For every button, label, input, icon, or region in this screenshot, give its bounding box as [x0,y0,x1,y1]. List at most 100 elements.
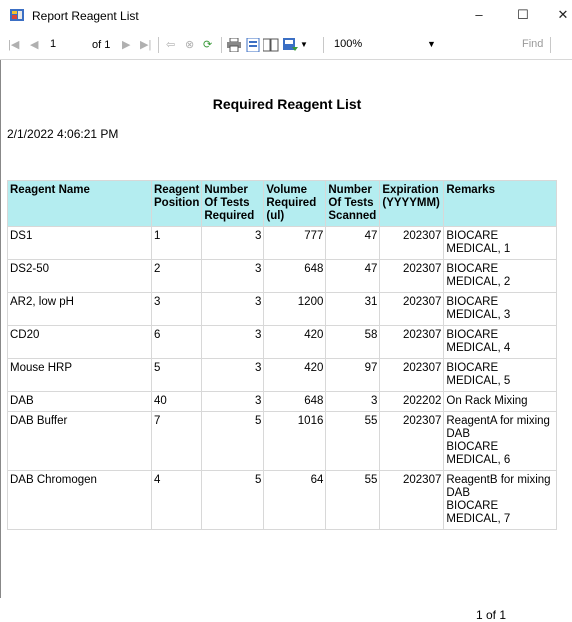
table-cell: 58 [325,325,381,359]
report-title: Required Reagent List [212,96,362,112]
table-cell: 202202 [379,391,445,412]
table-cell: 97 [325,358,381,392]
export-icon[interactable] [283,38,299,52]
table-row: CD20 6 3 420 58 202307 BIOCARE MEDICAL, 4 [7,325,558,359]
table-cell: 5 [150,358,203,392]
table-cell: 31 [325,292,381,326]
toolbar-divider [323,37,324,53]
table-cell: 47 [325,226,381,260]
table-cell: 55 [325,411,381,471]
table-cell: 202307 [379,259,445,293]
table-cell: 3 [201,259,265,293]
refresh-button[interactable]: ⟳ [203,37,212,53]
table-cell: 202307 [379,470,445,530]
find-button[interactable]: Find [522,36,543,53]
table-cell: BIOCARE MEDICAL, 5 [443,358,558,392]
column-header: Reagent Position [150,180,203,227]
back-button[interactable]: ⇦ [166,37,175,53]
table-row: DAB 40 3 648 3 202202 On Rack Mixing [7,391,558,412]
table-cell: 47 [325,259,381,293]
table-cell: DAB Buffer [7,411,152,471]
page-setup-icon[interactable] [263,38,279,52]
table-cell: DAB Chromogen [7,470,152,530]
current-page-input[interactable]: 1 [50,36,80,52]
table-cell: DAB [7,391,152,412]
table-row: AR2, low pH 3 3 1200 31 202307 BIOCARE ME… [7,292,558,326]
table-cell: BIOCARE MEDICAL, 4 [443,325,558,359]
table-cell: On Rack Mixing [443,391,558,412]
table-cell: 202307 [379,292,445,326]
export-dropdown-icon[interactable]: ▼ [300,37,308,53]
first-page-button[interactable]: |◀ [8,37,19,53]
table-cell: Mouse HRP [7,358,152,392]
table-cell: 3 [150,292,203,326]
table-row: DAB Chromogen 4 5 64 55 202307 ReagentB … [7,470,558,530]
zoom-select[interactable]: 100% [334,36,439,53]
table-cell: 648 [263,391,327,412]
table-cell: 3 [201,358,265,392]
table-cell: CD20 [7,325,152,359]
next-page-button[interactable]: ▶ [122,37,130,53]
table-cell: 5 [201,470,265,530]
column-header: Volume Required (ul) [263,180,327,227]
stop-button[interactable]: ⊗ [185,37,194,53]
report-viewer[interactable]: Required Reagent List 2/1/2022 4:06:21 P… [0,60,572,622]
table-cell: 5 [201,411,265,471]
table-cell: BIOCARE MEDICAL, 3 [443,292,558,326]
table-cell: 202307 [379,325,445,359]
table-cell: AR2, low pH [7,292,152,326]
table-cell: 4 [150,470,203,530]
table-cell: 202307 [379,226,445,260]
table-cell: 1200 [263,292,327,326]
table-cell: 3 [201,226,265,260]
table-cell: 40 [150,391,203,412]
table-cell: ReagentB for mixing DAB BIOCARE MEDICAL, 7 [443,470,558,530]
table-cell: 3 [201,325,265,359]
last-page-button[interactable]: ▶| [140,37,151,53]
column-header: Reagent Name [7,180,152,227]
table-cell: 648 [263,259,327,293]
report-app-icon [10,9,24,21]
table-cell: 55 [325,470,381,530]
close-button[interactable]: ✕ [548,4,572,26]
table-row: DAB Buffer 7 5 1016 55 202307 ReagentA f… [7,411,558,471]
table-cell: 64 [263,470,327,530]
reagent-table: Reagent Name Reagent Position Number Of … [7,180,558,530]
table-cell: 1016 [263,411,327,471]
column-header: Expiration (YYYYMM) [379,180,445,227]
table-cell: ReagentA for mixing DAB BIOCARE MEDICAL, 6 [443,411,558,471]
table-cell: 1 [150,226,203,260]
column-header: Number Of Tests Required [201,180,265,227]
report-date: 2/1/2022 4:06:21 PM [7,127,119,141]
table-cell: 202307 [379,411,445,471]
table-cell: 6 [150,325,203,359]
table-row: DS2-50 2 3 648 47 202307 BIOCARE MEDICAL,… [7,259,558,293]
table-header-row: Reagent Name Reagent Position Number Of … [7,180,558,227]
toolbar-divider [550,37,551,53]
window-title: Report Reagent List [32,9,139,23]
toolbar-divider [221,37,222,53]
table-cell: 7 [150,411,203,471]
print-layout-icon[interactable] [246,38,260,52]
column-header: Remarks [443,180,558,227]
column-header: Number Of Tests Scanned [325,180,381,227]
table-row: DS1 1 3 777 47 202307 BIOCARE MEDICAL, 1 [7,226,558,260]
table-cell: 202307 [379,358,445,392]
table-cell: 420 [263,358,327,392]
maximize-button[interactable]: ☐ [508,4,538,26]
report-toolbar: |◀ ◀ 1 of 1 ▶ ▶| ⇦ ⊗ ⟳ ▼ 100% ▼ Find [0,31,572,60]
table-cell: 3 [201,391,265,412]
page-count-label: of 1 [92,39,111,51]
table-cell: 777 [263,226,327,260]
previous-page-button[interactable]: ◀ [30,37,38,53]
table-row: Mouse HRP 5 3 420 97 202307 BIOCARE MEDIC… [7,358,558,392]
print-icon[interactable] [226,38,242,52]
page-indicator: 1 of 1 [476,608,507,622]
table-cell: BIOCARE MEDICAL, 2 [443,259,558,293]
table-cell: 420 [263,325,327,359]
table-cell: 3 [201,292,265,326]
find-input[interactable] [452,36,560,53]
zoom-dropdown-icon[interactable]: ▼ [427,36,436,53]
title-bar: Report Reagent List – ☐ ✕ [0,0,572,31]
minimize-button[interactable]: – [464,4,494,26]
